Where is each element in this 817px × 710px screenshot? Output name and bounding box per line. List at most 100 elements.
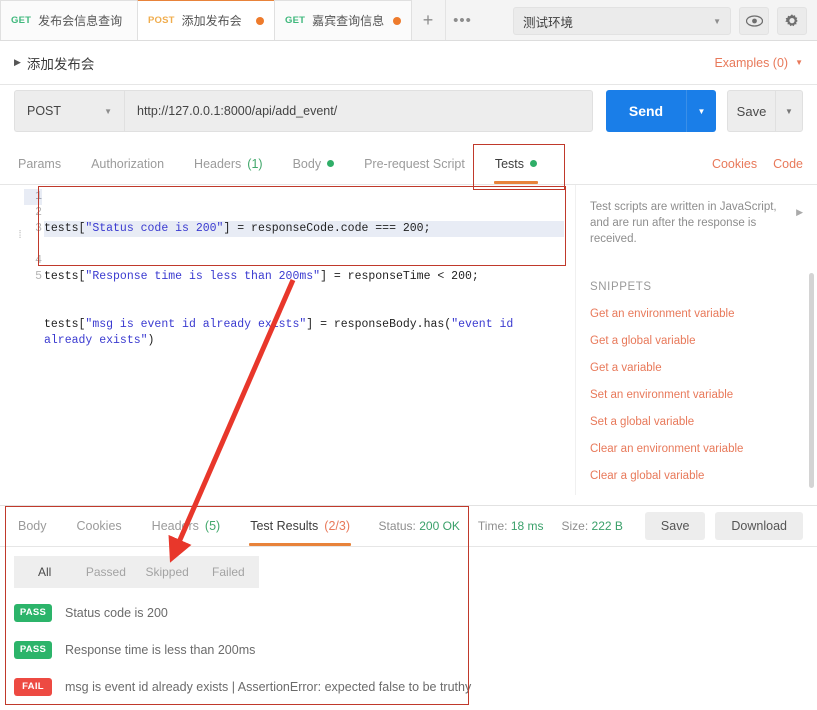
test-result-row: PASS Response time is less than 200ms (14, 631, 469, 668)
tab-title: 嘉宾查询信息 (312, 12, 384, 29)
send-button[interactable]: Send (606, 90, 686, 132)
test-result-row: FAIL msg is event id already exists | As… (14, 668, 469, 705)
tab-title: 添加发布会 (182, 12, 242, 29)
gear-icon (784, 13, 800, 29)
response-save-button[interactable]: Save (645, 512, 706, 540)
tab-overflow-button[interactable]: ••• (445, 0, 479, 40)
request-tabs-right-links: Cookies Code (712, 157, 803, 171)
snippet-get-environment-variable[interactable]: Get an environment variable (590, 308, 803, 320)
tab-label: Authorization (91, 157, 164, 171)
code-link[interactable]: Code (773, 157, 803, 171)
code-line-3: tests["msg is event id already exists"] … (44, 317, 564, 349)
snippets-header: SNIPPETS (590, 281, 803, 293)
code-token: ] = responseCode.code === 200; (223, 222, 430, 235)
tab-authorization[interactable]: Authorization (76, 143, 179, 185)
tab-method-label: GET (285, 15, 305, 26)
size-value: 222 B (592, 519, 623, 533)
code-string-token: "Status code is 200" (85, 222, 223, 235)
tab-label: Cookies (77, 519, 122, 533)
save-options-button[interactable]: ▼ (775, 90, 803, 132)
status-badge: PASS (14, 641, 52, 659)
response-tab-body[interactable]: Body (14, 505, 62, 547)
request-tab-1[interactable]: POST 添加发布会 (137, 0, 275, 40)
breadcrumb: ▶ 添加发布会 Examples (0) ▼ (0, 41, 817, 85)
tab-title: 发布会信息查询 (38, 12, 122, 29)
test-result-filters: All Passed Skipped Failed (14, 556, 259, 588)
code-token: tests[ (44, 270, 85, 283)
time-value: 18 ms (511, 519, 544, 533)
snippets-description: Test scripts are written in JavaScript, … (590, 199, 790, 247)
page-title: 添加发布会 (27, 53, 95, 73)
time-meta: Time: 18 ms (478, 519, 544, 533)
snippet-set-global-variable[interactable]: Set a global variable (590, 416, 803, 428)
tab-count: (1) (247, 157, 262, 171)
eye-icon (746, 15, 763, 27)
tab-pre-request-script[interactable]: Pre-request Script (349, 143, 480, 185)
code-line-1: tests["Status code is 200"] = responseCo… (44, 221, 564, 237)
size-label: Size: (562, 519, 589, 533)
time-label: Time: (478, 519, 508, 533)
environment-selected-label: 测试环境 (523, 12, 573, 31)
examples-dropdown[interactable]: Examples (0) ▼ (714, 56, 803, 70)
tests-script-editor: ⁞ 1 2 3 4 5 tests["Status code is 200"] … (0, 185, 570, 495)
code-string-token: "msg is event id already exists" (85, 318, 306, 331)
environment-controls: 测试环境 ▼ (503, 7, 817, 40)
tab-params[interactable]: Params (14, 143, 76, 185)
response-section-tabs: Body Cookies Headers (5) Test Results (2… (0, 505, 817, 547)
chevron-down-icon: ▼ (104, 107, 112, 116)
tab-count: (5) (205, 519, 220, 533)
tab-tests[interactable]: Tests (480, 143, 552, 185)
examples-label: Examples (0) (714, 56, 788, 70)
save-button[interactable]: Save (727, 90, 775, 132)
size-meta: Size: 222 B (562, 519, 623, 533)
response-tab-headers[interactable]: Headers (5) (137, 505, 236, 547)
tab-label: Body (293, 157, 322, 171)
send-group: Send ▼ (606, 90, 716, 132)
filter-failed[interactable]: Failed (198, 565, 259, 579)
snippet-get-variable[interactable]: Get a variable (590, 362, 803, 374)
line-number: 2 (24, 205, 42, 221)
filter-skipped[interactable]: Skipped (137, 565, 198, 579)
request-tab-0[interactable]: GET 发布会信息查询 (0, 0, 138, 40)
environment-quick-look-button[interactable] (739, 7, 769, 35)
url-input[interactable]: http://127.0.0.1:8000/api/add_event/ (124, 90, 593, 132)
chevron-right-icon[interactable]: ▶ (796, 207, 803, 218)
snippets-scrollbar[interactable] (809, 273, 814, 488)
tab-headers[interactable]: Headers (1) (179, 143, 278, 185)
send-options-button[interactable]: ▼ (686, 90, 716, 132)
settings-button[interactable] (777, 7, 807, 35)
response-tab-test-results[interactable]: Test Results (2/3) (235, 505, 365, 547)
tab-method-label: POST (148, 15, 175, 26)
tab-label: Tests (495, 157, 524, 171)
response-actions: Save Download (645, 512, 803, 540)
code-token: ] = responseTime < 200; (320, 270, 479, 283)
environment-select[interactable]: 测试环境 ▼ (513, 7, 731, 35)
cookies-link[interactable]: Cookies (712, 157, 757, 171)
code-token: ) (148, 334, 155, 347)
method-select[interactable]: POST ▼ (14, 90, 124, 132)
code-token: tests[ (44, 222, 85, 235)
editor-code-text[interactable]: tests["Status code is 200"] = responseCo… (44, 185, 564, 495)
filter-passed[interactable]: Passed (75, 565, 136, 579)
url-bar: POST ▼ http://127.0.0.1:8000/api/add_eve… (0, 85, 817, 137)
filter-all[interactable]: All (14, 565, 75, 579)
response-tab-cookies[interactable]: Cookies (62, 505, 137, 547)
expand-chevron-icon[interactable]: ▶ (14, 57, 21, 68)
tab-body[interactable]: Body (278, 143, 350, 185)
test-result-text: msg is event id already exists | Asserti… (65, 680, 471, 694)
method-label: POST (27, 104, 61, 118)
new-tab-button[interactable]: + (411, 0, 445, 40)
line-number: 5 (24, 269, 42, 285)
status-value: 200 OK (419, 519, 460, 533)
request-tab-2[interactable]: GET 嘉宾查询信息 (274, 0, 412, 40)
line-number: 3 (24, 221, 42, 237)
snippet-set-environment-variable[interactable]: Set an environment variable (590, 389, 803, 401)
response-download-button[interactable]: Download (715, 512, 803, 540)
unsaved-dot-icon (256, 17, 264, 25)
active-indicator-dot-icon (327, 160, 334, 167)
snippet-clear-environment-variable[interactable]: Clear an environment variable (590, 443, 803, 455)
snippet-clear-global-variable[interactable]: Clear a global variable (590, 470, 803, 482)
snippets-panel: Test scripts are written in JavaScript, … (575, 185, 817, 495)
tab-label: Params (18, 157, 61, 171)
snippet-get-global-variable[interactable]: Get a global variable (590, 335, 803, 347)
